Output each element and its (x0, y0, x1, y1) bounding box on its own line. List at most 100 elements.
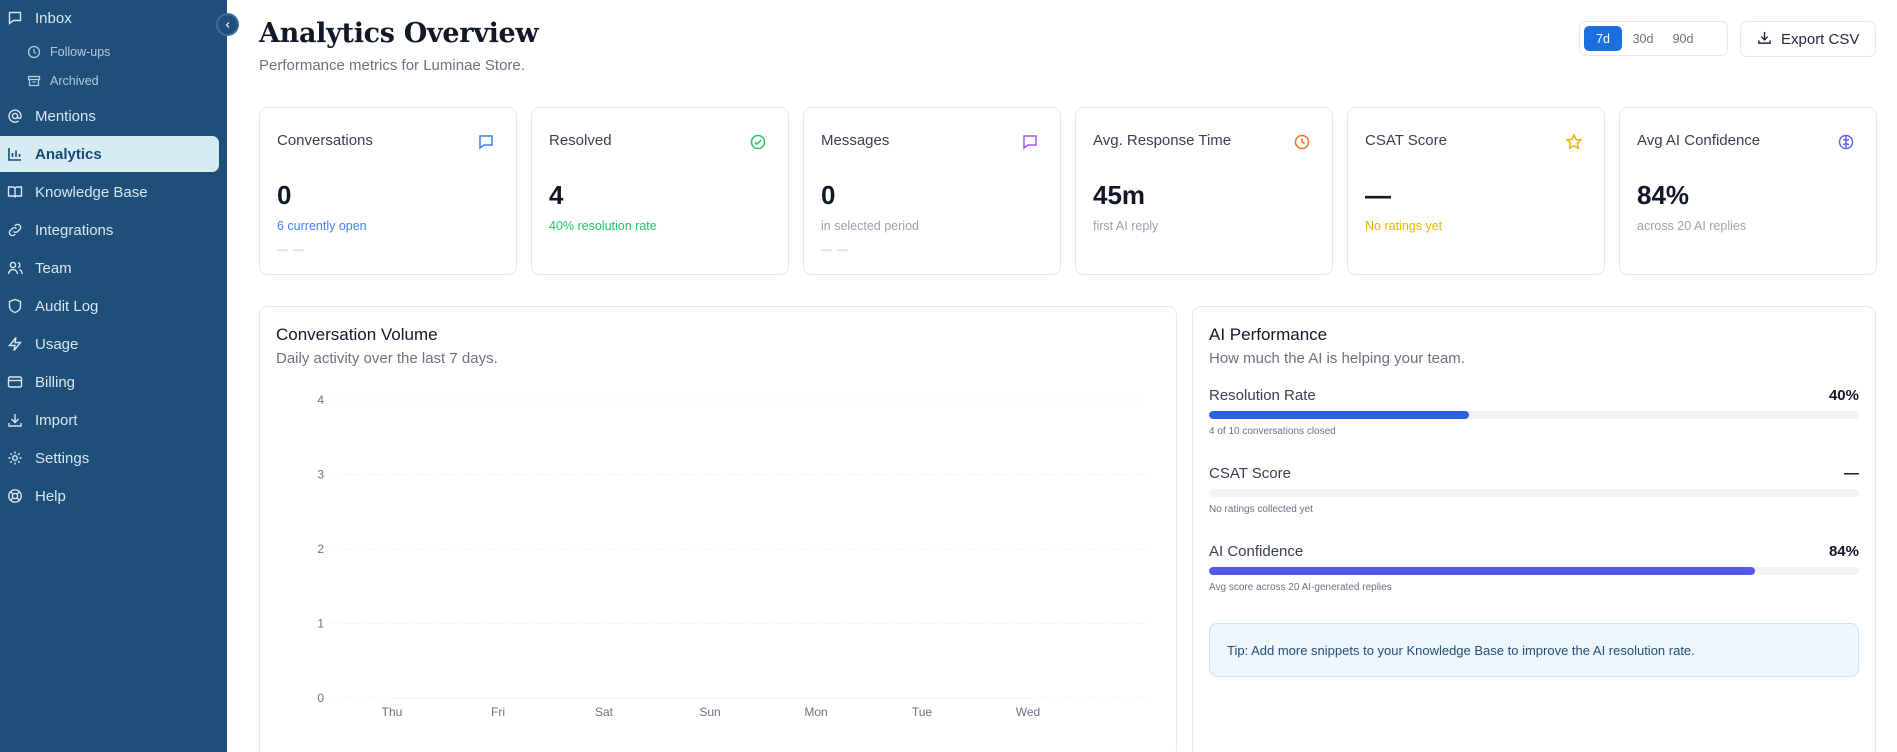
panel-subtitle: Daily activity over the last 7 days. (276, 350, 498, 367)
sidebar-item-label: Integrations (35, 221, 114, 239)
stat-value: 0 (821, 180, 836, 210)
stat-card-conversations: Conversations 0 6 currently open — — (259, 107, 517, 275)
sidebar-item-usage[interactable]: Usage (0, 326, 219, 362)
y-tick-label: 0 (317, 691, 324, 705)
check-circle-icon (749, 133, 767, 151)
stat-value: 0 (277, 180, 292, 210)
y-tick-label: 3 (317, 468, 324, 482)
range-90d-button[interactable]: 90d (1664, 26, 1702, 51)
metric-value: — (1844, 465, 1859, 482)
metric-label: Resolution Rate (1209, 387, 1316, 404)
metric-note: 4 of 10 conversations closed (1209, 426, 1336, 437)
sidebar-item-label: Follow-ups (50, 45, 111, 59)
metric-value: 40% (1828, 387, 1859, 404)
ai-performance-panel: AI Performance How much the AI is helpin… (1192, 306, 1876, 752)
sidebar-item-label: Analytics (35, 145, 102, 163)
sidebar-item-label: Mentions (35, 107, 96, 125)
link-icon (7, 222, 23, 238)
stat-value: 45m (1093, 180, 1146, 210)
metric-value: 84% (1828, 543, 1859, 560)
stat-card-csat-score: CSAT Score — No ratings yet (1347, 107, 1605, 275)
download-icon (7, 412, 23, 428)
clock-icon (27, 45, 41, 59)
export-csv-button[interactable]: Export CSV (1740, 21, 1876, 57)
archive-icon (27, 74, 41, 88)
star-icon (1565, 133, 1583, 151)
stat-value: — (1365, 180, 1391, 210)
gear-icon (7, 450, 23, 466)
sidebar-item-help[interactable]: Help (0, 478, 219, 514)
range-30d-button[interactable]: 30d (1624, 26, 1662, 51)
message-square-icon (7, 10, 23, 26)
x-tick-label: Sun (699, 705, 720, 719)
sidebar-item-label: Knowledge Base (35, 183, 148, 201)
sidebar-item-settings[interactable]: Settings (0, 440, 219, 476)
metric-note: No ratings collected yet (1209, 504, 1313, 515)
date-range-toggle: 7d 30d 90d (1579, 21, 1728, 56)
metric-label: AI Confidence (1209, 543, 1304, 560)
sidebar-item-integrations[interactable]: Integrations (0, 212, 219, 248)
x-tick-label: Thu (382, 705, 403, 719)
stat-card-messages: Messages 0 in selected period — — (803, 107, 1061, 275)
message-square-icon (1021, 133, 1039, 151)
page-subtitle: Performance metrics for Luminae Store. (259, 57, 525, 74)
sidebar-item-import[interactable]: Import (0, 402, 219, 438)
metric-progress-fill (1209, 567, 1755, 575)
users-icon (7, 260, 23, 276)
sidebar-item-label: Inbox (35, 9, 72, 27)
sidebar: Inbox Follow-ups Archived Mentions Analy… (0, 0, 227, 752)
stat-value: 4 (549, 180, 564, 210)
stat-subtext: first AI reply (1093, 219, 1159, 233)
panel-title: AI Performance (1209, 325, 1328, 344)
stat-trend: — — (821, 244, 850, 256)
sidebar-item-inbox[interactable]: Inbox (0, 0, 219, 36)
x-tick-label: Fri (491, 705, 505, 719)
x-tick-label: Wed (1016, 705, 1040, 719)
sidebar-item-knowledge-base[interactable]: Knowledge Base (0, 174, 219, 210)
life-buoy-icon (7, 488, 23, 504)
sidebar-item-label: Team (35, 259, 72, 277)
stat-title: Resolved (549, 132, 612, 149)
y-tick-label: 1 (317, 617, 324, 631)
shield-icon (7, 298, 23, 314)
sidebar-item-follow-ups[interactable]: Follow-ups (0, 38, 219, 66)
stat-subtext: across 20 AI replies (1637, 219, 1747, 233)
download-icon (1757, 30, 1772, 49)
sidebar-collapse-button[interactable] (216, 13, 239, 36)
sidebar-item-mentions[interactable]: Mentions (0, 98, 219, 134)
metric-note: Avg score across 20 AI-generated replies (1209, 582, 1392, 593)
x-tick-label: Sat (595, 705, 614, 719)
message-square-icon (477, 133, 495, 151)
export-csv-label: Export CSV (1781, 30, 1860, 48)
book-open-icon (7, 184, 23, 200)
metric-progress-fill (1209, 411, 1469, 419)
at-sign-icon (7, 108, 23, 124)
stat-subtext: in selected period (821, 219, 919, 233)
conversation-volume-panel: Conversation Volume Daily activity over … (259, 306, 1177, 752)
sidebar-item-team[interactable]: Team (0, 250, 219, 286)
sidebar-item-billing[interactable]: Billing (0, 364, 219, 400)
sidebar-item-label: Help (35, 487, 66, 505)
metric-label: CSAT Score (1209, 465, 1291, 482)
range-7d-button[interactable]: 7d (1584, 26, 1622, 51)
sidebar-item-label: Usage (35, 335, 79, 353)
metric-progress-track (1209, 489, 1859, 497)
x-tick-label: Tue (912, 705, 933, 719)
stat-title: Avg. Response Time (1093, 132, 1232, 149)
stat-card-avg-ai-confidence: Avg AI Confidence 84% across 20 AI repli… (1619, 107, 1877, 275)
chevron-left-icon (224, 16, 232, 34)
sidebar-item-audit-log[interactable]: Audit Log (0, 288, 219, 324)
conversation-volume-chart: 4 3 2 1 0 Thu Fri Sat Sun Mon Tue Wed (317, 393, 1148, 719)
sidebar-item-analytics[interactable]: Analytics (0, 136, 219, 172)
sidebar-item-label: Archived (50, 74, 99, 88)
bar-chart-icon (7, 146, 23, 162)
sidebar-item-label: Audit Log (35, 297, 99, 315)
stat-card-avg-response-time: Avg. Response Time 45m first AI reply (1075, 107, 1333, 275)
stat-title: CSAT Score (1365, 132, 1447, 149)
stat-title: Conversations (277, 132, 373, 149)
sidebar-item-label: Billing (35, 373, 76, 391)
brain-icon (1837, 133, 1855, 151)
sidebar-item-archived[interactable]: Archived (0, 67, 219, 95)
stat-title: Avg AI Confidence (1637, 132, 1761, 149)
stat-subtext: No ratings yet (1365, 219, 1443, 233)
